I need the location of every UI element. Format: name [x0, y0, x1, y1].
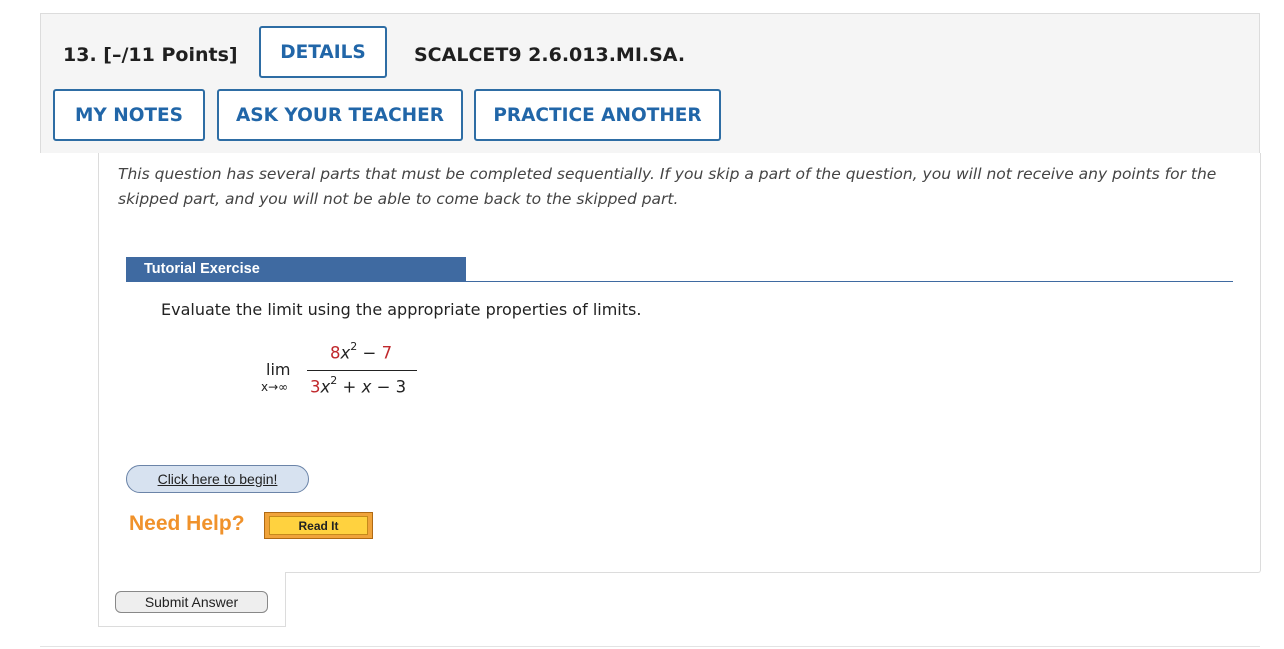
fraction-denominator: 3x2 + x − 3 — [310, 374, 407, 397]
question-points: [–/11 Points] — [103, 44, 238, 66]
read-it-label: Read It — [269, 516, 368, 535]
denominator-exponent: 2 — [330, 374, 338, 387]
limit-operator: lim — [266, 360, 291, 379]
denominator-plus: + — [337, 377, 362, 397]
numerator-coefficient: 8 — [330, 343, 341, 363]
tutorial-prompt: Evaluate the limit using the appropriate… — [161, 300, 642, 319]
ask-teacher-button[interactable]: ASK YOUR TEACHER — [217, 89, 463, 141]
denominator-coefficient: 3 — [310, 377, 321, 397]
denominator-x-term: x — [361, 377, 372, 397]
need-help-label: Need Help? — [129, 512, 245, 535]
tutorial-divider — [466, 281, 1233, 282]
instructions-text: This question has several parts that mus… — [118, 165, 1217, 208]
numerator-variable: x — [340, 343, 351, 363]
my-notes-button[interactable]: MY NOTES — [53, 89, 205, 141]
read-it-button[interactable]: Read It — [264, 512, 373, 539]
denominator-variable: x — [320, 377, 331, 397]
fraction-bar — [307, 370, 417, 371]
limit-subscript: x→∞ — [261, 380, 289, 394]
denominator-constant: − 3 — [371, 377, 407, 397]
practice-another-button[interactable]: PRACTICE ANOTHER — [474, 89, 721, 141]
begin-button[interactable]: Click here to begin! — [126, 465, 309, 493]
numerator-exponent: 2 — [350, 340, 358, 353]
question-header: 13. [–/11 Points] DETAILS SCALCET9 2.6.0… — [40, 13, 1260, 153]
question-title: 13. [–/11 Points] — [63, 44, 238, 66]
question-code: SCALCET9 2.6.013.MI.SA. — [414, 44, 686, 66]
numerator-operator: − — [357, 343, 382, 363]
submit-answer-button[interactable]: Submit Answer — [115, 591, 268, 613]
numerator-constant: 7 — [381, 343, 393, 363]
page-divider — [40, 646, 1260, 647]
fraction-numerator: 8x2 − 7 — [330, 340, 393, 363]
tutorial-header: Tutorial Exercise — [126, 257, 466, 282]
question-number: 13. — [63, 44, 97, 66]
details-button[interactable]: DETAILS — [259, 26, 387, 78]
